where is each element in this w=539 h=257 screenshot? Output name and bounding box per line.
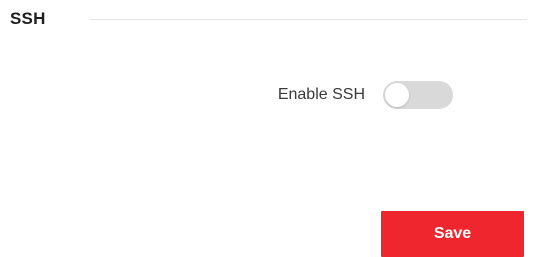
enable-ssh-row: Enable SSH (0, 78, 539, 112)
toggle-knob (385, 83, 409, 107)
enable-ssh-label: Enable SSH (277, 86, 365, 103)
ssh-settings-page: SSH Enable SSH Save (0, 0, 539, 257)
section-divider (90, 19, 527, 20)
section-title: SSH (10, 9, 46, 28)
save-button[interactable]: Save (381, 211, 524, 257)
enable-ssh-toggle[interactable] (383, 81, 453, 109)
section-header: SSH (10, 8, 527, 30)
